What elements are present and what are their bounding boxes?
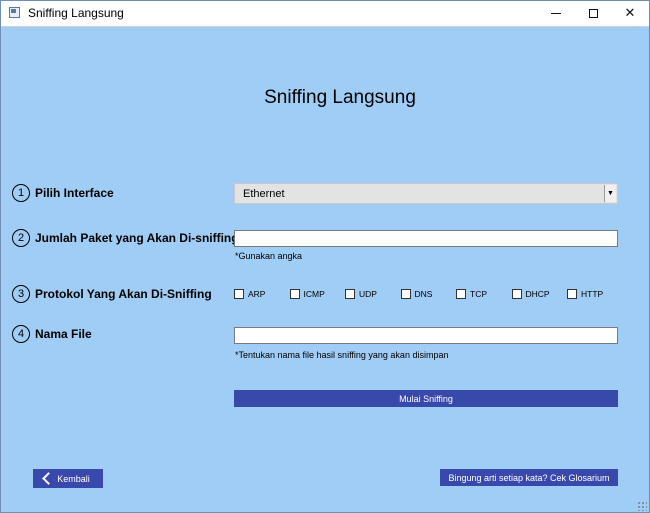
main-panel: Sniffing Langsung 1 Pilih Interface Ethe… [1, 27, 649, 512]
checkbox-tcp[interactable] [456, 289, 466, 299]
glossary-button[interactable]: Bingung arti setiap kata? Cek Glosarium [440, 469, 618, 486]
file-name-input[interactable] [234, 327, 618, 344]
protocol-label: HTTP [581, 289, 604, 299]
interface-select[interactable]: Ethernet ▼ [234, 183, 618, 204]
step-label-file-name: Nama File [35, 327, 92, 341]
protocol-checkbox-group: ARP ICMP UDP DNS TCP DHCP HTTP [234, 289, 623, 299]
resize-grip-icon[interactable] [637, 501, 647, 511]
app-window: Sniffing Langsung ✕ Sniffing Langsung 1 … [0, 0, 650, 513]
step-number-3-icon: 3 [12, 285, 30, 303]
maximize-icon [588, 9, 598, 18]
close-icon: ✕ [624, 6, 636, 21]
step-4-row: 4 Nama File [12, 325, 92, 343]
protocol-option-tcp[interactable]: TCP [456, 289, 512, 299]
protocol-label: UDP [359, 289, 377, 299]
protocol-label: ARP [248, 289, 266, 299]
checkbox-arp[interactable] [234, 289, 244, 299]
start-sniffing-button[interactable]: Mulai Sniffing [234, 390, 618, 407]
app-window-icon [9, 7, 20, 18]
checkbox-udp[interactable] [345, 289, 355, 299]
protocol-label: ICMP [303, 289, 325, 299]
protocol-option-http[interactable]: HTTP [567, 289, 623, 299]
window-title: Sniffing Langsung [28, 6, 124, 20]
step-2-row: 2 Jumlah Paket yang Akan Di-sniffing [12, 229, 239, 247]
packet-count-hint: *Gunakan angka [235, 251, 303, 261]
protocol-option-udp[interactable]: UDP [345, 289, 401, 299]
file-name-hint: *Tentukan nama file hasil sniffing yang … [235, 350, 449, 360]
step-number-1-icon: 1 [12, 184, 30, 202]
dropdown-arrow-icon[interactable]: ▼ [604, 185, 616, 202]
checkbox-dhcp[interactable] [511, 289, 522, 299]
step-3-row: 3 Protokol Yang Akan Di-Sniffing [12, 285, 212, 303]
packet-count-input[interactable] [234, 230, 618, 247]
interface-select-value: Ethernet [243, 188, 285, 200]
protocol-option-icmp[interactable]: ICMP [289, 289, 346, 299]
protocol-option-dns[interactable]: DNS [400, 289, 457, 299]
step-label-protocol: Protokol Yang Akan Di-Sniffing [35, 287, 212, 301]
step-label-interface: Pilih Interface [35, 186, 114, 200]
page-title: Sniffing Langsung [264, 87, 416, 108]
protocol-option-dhcp[interactable]: DHCP [511, 289, 568, 299]
checkbox-icmp[interactable] [289, 289, 300, 299]
checkbox-dns[interactable] [400, 289, 411, 299]
close-button[interactable]: ✕ [607, 1, 649, 26]
protocol-label: DNS [414, 289, 433, 299]
title-bar[interactable]: Sniffing Langsung ✕ [1, 1, 649, 27]
protocol-label: DHCP [525, 289, 550, 299]
minimize-icon [551, 13, 561, 14]
chevron-left-icon [42, 472, 56, 485]
protocol-option-arp[interactable]: ARP [234, 289, 290, 299]
back-button[interactable]: Kembali [33, 469, 103, 488]
step-number-4-icon: 4 [12, 325, 30, 343]
protocol-label: TCP [470, 289, 487, 299]
step-label-packet-count: Jumlah Paket yang Akan Di-sniffing [35, 231, 239, 245]
step-number-2-icon: 2 [12, 229, 30, 247]
step-1-row: 1 Pilih Interface [12, 184, 114, 202]
back-button-label: Kembali [57, 473, 90, 484]
checkbox-http[interactable] [567, 289, 577, 299]
